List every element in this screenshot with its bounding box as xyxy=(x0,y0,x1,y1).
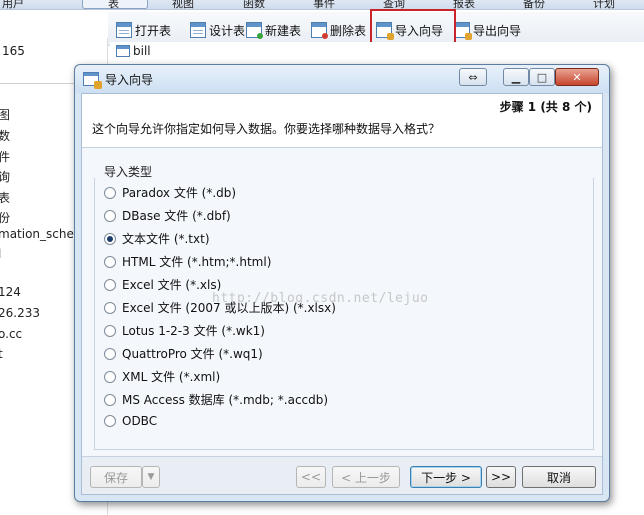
last-step-label: >> xyxy=(490,470,512,484)
radio-icon[interactable] xyxy=(104,278,116,291)
first-step-button[interactable]: << xyxy=(296,466,326,488)
new-table-label: 新建表 xyxy=(265,23,302,38)
radio-icon[interactable] xyxy=(104,186,116,199)
nav-item[interactable]: l xyxy=(0,247,1,261)
import-wizard-dialog: 导入向导 ⇔ ▁ □ ✕ 步骤 1 (共 8 个) 这个向导允许你指定如何导入数… xyxy=(74,64,610,502)
menu-item-report[interactable]: 报表 xyxy=(453,0,475,11)
radio-icon[interactable] xyxy=(104,301,116,314)
new-table-icon xyxy=(246,22,263,39)
option-label: Excel 文件 (*.xls) xyxy=(122,278,222,292)
nav-item[interactable]: mation_schem xyxy=(0,227,86,241)
chevron-down-icon: ▼ xyxy=(147,472,155,482)
radio-icon[interactable] xyxy=(104,370,116,383)
export-wizard-label: 导出向导 xyxy=(473,23,522,38)
save-button-label: 保存 xyxy=(103,470,128,485)
table-icon xyxy=(116,45,130,57)
option-excel-xlsx[interactable]: Excel 文件 (2007 或以上版本) (*.xlsx) xyxy=(104,299,336,316)
radio-icon[interactable] xyxy=(104,255,116,268)
close-button[interactable]: ✕ xyxy=(555,68,599,86)
import-wizard-icon xyxy=(83,72,102,89)
delete-table-button[interactable]: 删除表 xyxy=(311,20,366,40)
option-label: Excel 文件 (2007 或以上版本) (*.xlsx) xyxy=(122,301,336,315)
option-excel-xls[interactable]: Excel 文件 (*.xls) xyxy=(104,276,221,293)
option-xml[interactable]: XML 文件 (*.xml) xyxy=(104,368,220,385)
option-label: HTML 文件 (*.htm;*.html) xyxy=(122,255,272,269)
option-ms-access[interactable]: MS Access 数据库 (*.mdb; *.accdb) xyxy=(104,391,328,408)
menu-item-event[interactable]: 事件 xyxy=(313,0,335,11)
menu-item-schedule[interactable]: 计划 xyxy=(593,0,615,11)
radio-selected-icon[interactable] xyxy=(104,232,116,245)
radio-icon[interactable] xyxy=(104,347,116,360)
option-lotus[interactable]: Lotus 1-2-3 文件 (*.wk1) xyxy=(104,322,265,339)
cancel-button[interactable]: 取消 xyxy=(522,466,596,488)
nav-item[interactable]: 124 xyxy=(0,285,21,299)
option-label: QuattroPro 文件 (*.wq1) xyxy=(122,347,263,361)
minimize-button[interactable]: ▁ xyxy=(503,68,529,86)
nav-item[interactable]: o.cc xyxy=(0,327,22,341)
nav-item[interactable]: 数 xyxy=(0,127,10,144)
nav-item[interactable]: 份 xyxy=(0,209,10,226)
cancel-button-label: 取消 xyxy=(546,470,571,485)
menu-item-function[interactable]: 函数 xyxy=(243,0,265,11)
nav-item[interactable]: 表 xyxy=(0,189,10,206)
option-quattropro[interactable]: QuattroPro 文件 (*.wq1) xyxy=(104,345,263,362)
dialog-title: 导入向导 xyxy=(105,73,154,87)
nav-item[interactable]: t xyxy=(0,347,3,361)
option-label: Lotus 1-2-3 文件 (*.wk1) xyxy=(122,324,265,338)
radio-icon[interactable] xyxy=(104,415,116,427)
dialog-titlebar[interactable]: 导入向导 ⇔ ▁ □ ✕ xyxy=(75,65,609,93)
wizard-question: 这个向导允许你指定如何导入数据。你要选择哪种数据导入格式？ xyxy=(92,122,441,136)
design-table-button[interactable]: 设计表 xyxy=(190,20,245,40)
nav-item[interactable]: 26.233 xyxy=(0,306,40,320)
option-html[interactable]: HTML 文件 (*.htm;*.html) xyxy=(104,253,271,270)
option-label: DBase 文件 (*.dbf) xyxy=(122,209,231,223)
delete-table-icon xyxy=(311,22,328,39)
table-item-bill[interactable]: bill xyxy=(116,44,151,58)
menu-item-view[interactable]: 视图 xyxy=(172,0,194,11)
nav-item[interactable]: 件 xyxy=(0,148,10,165)
open-table-button[interactable]: 打开表 xyxy=(116,20,171,40)
save-button[interactable]: 保存 xyxy=(90,466,142,488)
menu-bar: 用户 表 视图 函数 事件 查询 报表 备份 计划 xyxy=(0,0,644,10)
previous-step-label: < 上一步 xyxy=(341,470,391,485)
design-table-label: 设计表 xyxy=(209,23,246,38)
dialog-content: 步骤 1 (共 8 个) 这个向导允许你指定如何导入数据。你要选择哪种数据导入格… xyxy=(81,93,603,495)
first-step-label: << xyxy=(300,470,322,484)
option-label: Paradox 文件 (*.db) xyxy=(122,186,237,200)
menu-item-backup[interactable]: 备份 xyxy=(523,0,545,11)
dialog-footer: 保存 ▼ << < 上一步 下一步 > >> 取消 xyxy=(82,456,602,494)
option-dbase[interactable]: DBase 文件 (*.dbf) xyxy=(104,207,231,224)
radio-icon[interactable] xyxy=(104,209,116,222)
option-label: XML 文件 (*.xml) xyxy=(122,370,221,384)
menu-item-users[interactable]: 用户 xyxy=(2,0,24,11)
last-step-button[interactable]: >> xyxy=(486,466,516,488)
left-top-value: 165 xyxy=(2,44,25,58)
maximize-button[interactable]: □ xyxy=(529,68,555,86)
nav-item[interactable]: 图 xyxy=(0,106,10,123)
open-table-icon xyxy=(116,22,132,38)
menu-item-table[interactable]: 表 xyxy=(108,0,119,11)
step-indicator: 步骤 1 (共 8 个) xyxy=(499,100,592,114)
nav-item[interactable]: 询 xyxy=(0,168,10,185)
radio-icon[interactable] xyxy=(104,324,116,337)
export-wizard-button[interactable]: 导出向导 xyxy=(454,20,521,40)
swap-arrows-button[interactable]: ⇔ xyxy=(459,68,487,86)
table-item-label: bill xyxy=(133,44,151,58)
next-step-button[interactable]: 下一步 > xyxy=(410,466,482,488)
next-step-label: 下一步 > xyxy=(421,470,471,485)
option-label: ODBC xyxy=(122,414,158,428)
export-wizard-icon xyxy=(454,22,472,40)
option-paradox[interactable]: Paradox 文件 (*.db) xyxy=(104,184,236,201)
previous-step-button[interactable]: < 上一步 xyxy=(332,466,400,488)
new-table-button[interactable]: 新建表 xyxy=(246,20,301,40)
option-label: MS Access 数据库 (*.mdb; *.accdb) xyxy=(122,393,329,407)
option-label: 文本文件 (*.txt) xyxy=(122,232,210,246)
design-table-icon xyxy=(190,22,206,38)
radio-icon[interactable] xyxy=(104,393,116,406)
save-dropdown-button[interactable]: ▼ xyxy=(142,466,160,488)
option-odbc[interactable]: ODBC xyxy=(104,414,157,428)
delete-table-label: 删除表 xyxy=(330,23,367,38)
open-table-label: 打开表 xyxy=(135,23,172,38)
option-text[interactable]: 文本文件 (*.txt) xyxy=(104,230,210,247)
